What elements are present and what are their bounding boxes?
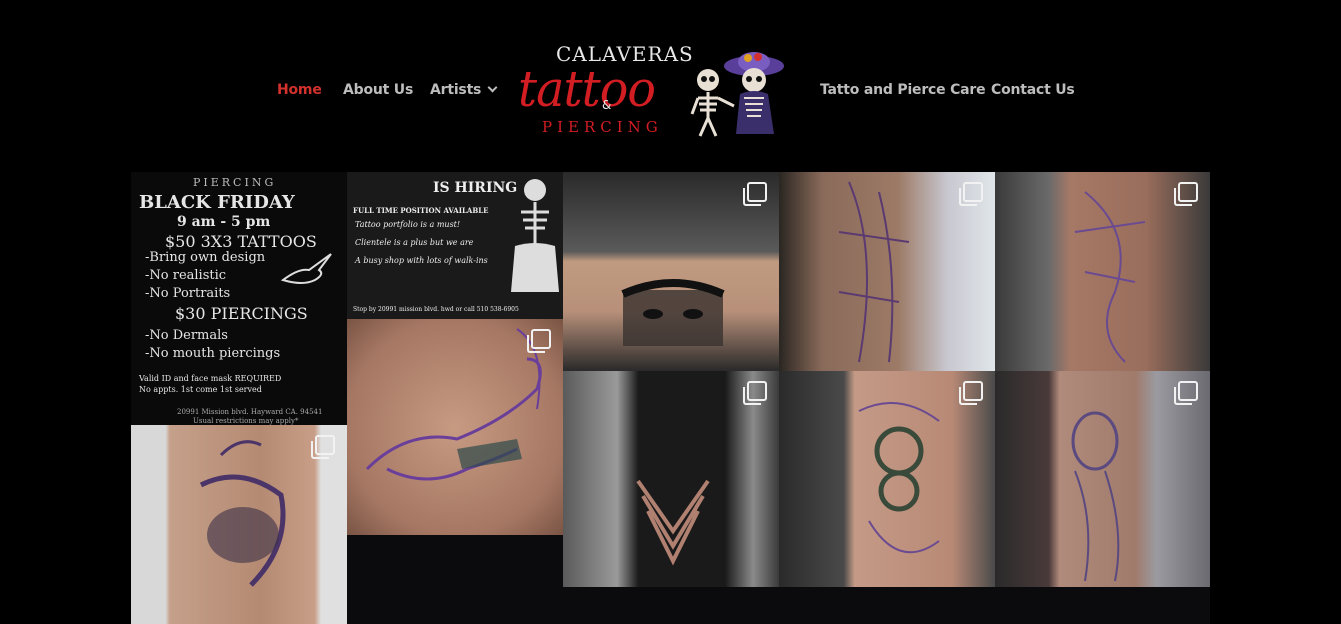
flyer-tattoo-rule-2: -No realistic	[145, 268, 227, 283]
nav-tattoo-pierce-care[interactable]: Tatto and Pierce Care	[820, 82, 986, 98]
gallery-icon	[959, 182, 983, 206]
skeleton-illustration-icon	[511, 179, 559, 292]
nav-artists[interactable]: Artists	[430, 82, 498, 98]
logo-main-text: tattoo	[518, 60, 656, 118]
gallery-icon	[743, 381, 767, 405]
hiring-line-2: Clientele is a plus but we are	[355, 238, 474, 247]
skeleton-couple-icon	[690, 52, 784, 137]
gallery-icon	[527, 329, 551, 353]
gallery-icon	[1174, 182, 1198, 206]
main-navigation: Home About Us Artists CALAVERAS tattoo &…	[0, 0, 1341, 170]
hiring-line-3: A busy shop with lots of walk-ins	[355, 256, 488, 265]
hiring-line-1: Tattoo portfolio is a must!	[355, 220, 461, 229]
flyer-address: 20991 Mission blvd. Hayward CA. 94541	[177, 408, 323, 416]
flyer-tattoo-rule-3: -No Portraits	[145, 286, 231, 301]
flyer-hours: 9 am - 5 pm	[177, 214, 271, 230]
gallery-icon	[1174, 381, 1198, 405]
nav-artists-label: Artists	[430, 82, 482, 98]
hiring-title: IS HIRING	[433, 180, 518, 196]
flyer-piercing-rule-2: -No mouth piercings	[145, 346, 281, 361]
logo-ampersand: &	[602, 98, 612, 112]
feed-post-panther-tattoo[interactable]	[347, 319, 563, 535]
feed-post-hiring-flyer[interactable]: IS HIRING FULL TIME POSITION AVAILABLE T…	[347, 172, 563, 319]
gallery-icon	[743, 182, 767, 206]
hiring-footer: Stop by 20991 mission blvd. hwd or call …	[353, 306, 519, 313]
flyer-piercing-rule-1: -No Dermals	[145, 328, 228, 343]
flyer-header: PIERCING	[193, 176, 277, 189]
nav-home[interactable]: Home	[277, 82, 322, 98]
feed-post-leg-tattoo[interactable]	[131, 425, 347, 624]
flyer-restrictions: Usual restrictions may apply*	[193, 417, 299, 425]
flyer-title: BLACK FRIDAY	[139, 192, 295, 213]
flyer-tattoo-rule-1: -Bring own design	[145, 250, 266, 265]
feed-post-skull-tattoo[interactable]	[995, 371, 1210, 587]
feed-post-dragon-tattoo[interactable]	[779, 371, 995, 587]
instagram-feed: PIERCING BLACK FRIDAY 9 am - 5 pm $50 3X…	[131, 172, 1210, 624]
nav-contact-us[interactable]: Contact Us	[991, 82, 1075, 98]
chevron-down-icon	[487, 82, 498, 93]
nav-about-us[interactable]: About Us	[343, 82, 413, 98]
gallery-icon	[959, 381, 983, 405]
feed-post-black-friday-flyer[interactable]: PIERCING BLACK FRIDAY 9 am - 5 pm $50 3X…	[131, 172, 347, 425]
swallow-icon	[280, 253, 332, 284]
feed-post-geometric-tattoo[interactable]	[563, 371, 779, 587]
feed-post-sketch-tattoo-2[interactable]	[995, 172, 1210, 371]
feed-post-portrait-tattoo[interactable]	[563, 172, 779, 371]
logo-bottom-text: PIERCING	[542, 118, 663, 136]
gallery-icon	[311, 435, 335, 459]
feed-post-sketch-tattoo-1[interactable]	[779, 172, 995, 371]
flyer-tattoo-deal: $50 3X3 TATTOOS	[165, 232, 317, 251]
site-logo[interactable]: CALAVERAS tattoo & PIERCING	[518, 40, 788, 140]
hiring-subtitle: FULL TIME POSITION AVAILABLE	[353, 206, 489, 215]
flyer-note-2: No appts. 1st come 1st served	[139, 385, 262, 394]
flyer-piercing-deal: $30 PIERCINGS	[175, 304, 308, 323]
flyer-note-1: Valid ID and face mask REQUIRED	[139, 374, 282, 383]
